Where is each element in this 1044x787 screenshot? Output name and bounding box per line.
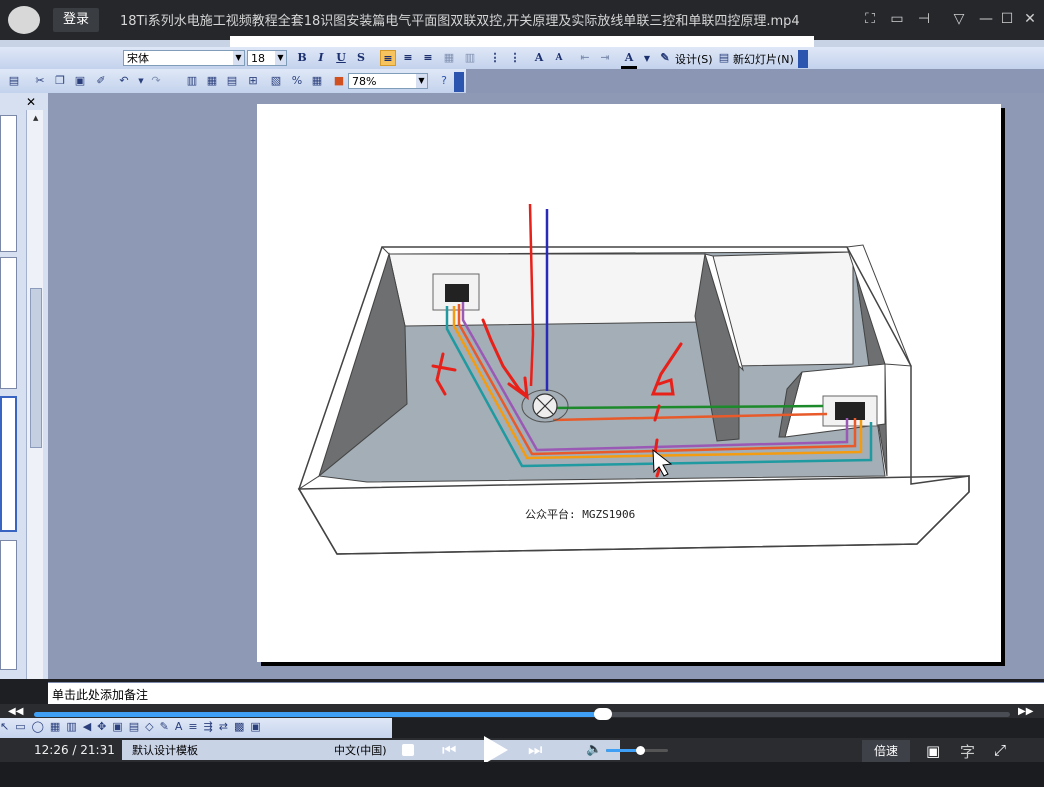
video-title: 18Ti系列水电施工视频教程全套18识图安装篇电气平面图双联双控,开关原理及实际… [120,14,800,29]
align-center-button[interactable]: ≡ [400,50,416,66]
slide-thumbnail[interactable] [0,115,17,252]
scroll-up-icon[interactable]: ▲ [33,114,38,122]
print-icon[interactable]: ▤ [6,73,22,89]
mini-mode-icon[interactable]: ▣ [926,742,940,760]
grid-icon[interactable]: ▦ [309,73,325,89]
maximize-icon[interactable]: ☐ [998,10,1016,28]
chart-icon[interactable]: ▥ [184,73,200,89]
progress-fill [34,712,603,717]
font-color-button[interactable]: A [621,50,637,69]
speed-button[interactable]: 倍速 [862,740,910,762]
design-icon: ✎ [660,51,670,64]
slide-caption: 公众平台: MGZS1906 [525,507,635,521]
zoom-value: 78% [352,75,377,88]
minimize-icon[interactable]: — [977,10,995,28]
slide-canvas: 公众平台: MGZS1906 [257,104,1001,662]
copy-icon[interactable]: ❐ [52,73,68,89]
close-icon[interactable]: ✕ [1021,10,1039,28]
format-painter-icon[interactable]: ✐ [93,73,109,89]
fast-forward-icon[interactable]: ▶▶ [1018,706,1033,717]
undo-icon[interactable]: ↶ [116,73,132,89]
help-icon[interactable]: ? [436,73,452,89]
pin-icon[interactable]: ⊣ [915,10,933,28]
numbering-button[interactable]: ⋮ [487,50,503,66]
notes-placeholder[interactable]: 单击此处添加备注 [52,686,148,703]
playback-time: 12:26 / 21:31 [34,743,115,757]
chevron-down-icon: ▼ [233,51,244,65]
right-switch-rocker [835,402,865,420]
decrease-indent-button[interactable]: ⇤ [577,50,593,66]
zoom-select[interactable]: 78% ▼ [348,73,428,89]
volume-icon[interactable]: 🔈 [586,742,602,757]
language-indicator: 中文(中国) [334,744,387,757]
play-icon[interactable] [484,736,508,764]
player-logo [8,6,40,34]
toolbar-options-icon[interactable] [798,50,808,68]
menu-icon[interactable]: ▽ [950,10,968,28]
notes-pane[interactable] [48,682,1044,705]
progress-knob[interactable] [593,708,612,720]
chevron-down-icon[interactable]: ▼ [133,73,149,89]
toolbar-options-icon[interactable] [454,72,464,92]
cut-icon[interactable]: ✂ [32,73,48,89]
font-size-select[interactable]: 18 ▼ [247,50,287,66]
design-button[interactable]: 设计(S) [675,51,713,67]
drawing-tools-icon[interactable]: ↖▭◯▦▥◀✥▣▤◇✎A≡⇶⇄▩▣ [0,720,392,738]
color-grayscale-icon[interactable]: ■ [331,73,347,89]
chevron-down-icon: ▼ [416,74,427,88]
increase-font-button[interactable]: A [531,50,547,66]
toolbar-background [466,69,1044,93]
previous-icon[interactable]: ⏮ [442,740,456,760]
subtitle-button[interactable]: 字 [960,741,975,762]
slide-thumbnail[interactable] [0,257,17,389]
italic-button[interactable]: I [313,50,329,66]
chevron-down-icon[interactable]: ▼ [639,50,655,66]
left-switch-rocker [445,284,469,302]
folder-icon[interactable]: ▭ [888,10,906,28]
show-formatting-icon[interactable]: % [289,73,305,89]
design-template-name: 默认设计模板 [132,744,198,757]
chevron-down-icon: ▼ [275,51,286,65]
close-pane-icon[interactable]: ✕ [26,95,36,109]
underline-button[interactable]: U [333,50,349,66]
font-name-value: 宋体 [127,52,149,65]
font-name-select[interactable]: 宋体 ▼ [123,50,245,66]
insert-object-icon[interactable]: ⊞ [245,73,261,89]
expand-icon[interactable]: ▧ [268,73,284,89]
decrease-font-button[interactable]: A [551,50,567,66]
login-button[interactable]: 登录 [53,8,99,32]
slide-thumbnail-selected[interactable] [0,396,17,532]
shadow-button[interactable]: S [353,50,369,66]
screenshot-icon[interactable]: ⛶ [861,10,879,28]
scrollbar-thumb[interactable] [30,288,42,448]
distribute-button[interactable]: ▥ [462,50,478,66]
table-icon[interactable]: ▦ [204,73,220,89]
align-right-button[interactable]: ≡ [420,50,436,66]
increase-indent-button[interactable]: ⇥ [597,50,613,66]
wiring-diagram: 公众平台: MGZS1906 [297,203,970,555]
fullscreen-icon[interactable]: ⤢ [994,741,1006,759]
bullets-button[interactable]: ⋮ [507,50,523,66]
rewind-icon[interactable]: ◀◀ [8,706,23,717]
player-bottom-bar [0,762,1044,787]
new-slide-icon: ▤ [718,51,730,64]
bold-button[interactable]: B [294,50,310,66]
slide-thumbnail[interactable] [0,540,17,670]
paste-icon[interactable]: ▣ [72,73,88,89]
stop-icon[interactable] [402,744,414,756]
new-slide-button[interactable]: 新幻灯片(N) [733,51,794,67]
tables-borders-icon[interactable]: ▤ [224,73,240,89]
font-size-value: 18 [251,52,265,65]
justify-button[interactable]: ▦ [441,50,457,66]
volume-fill [606,749,641,752]
next-icon[interactable]: ⏭ [528,740,542,760]
redo-icon[interactable]: ↷ [148,73,164,89]
align-left-button[interactable]: ≡ [380,50,396,66]
